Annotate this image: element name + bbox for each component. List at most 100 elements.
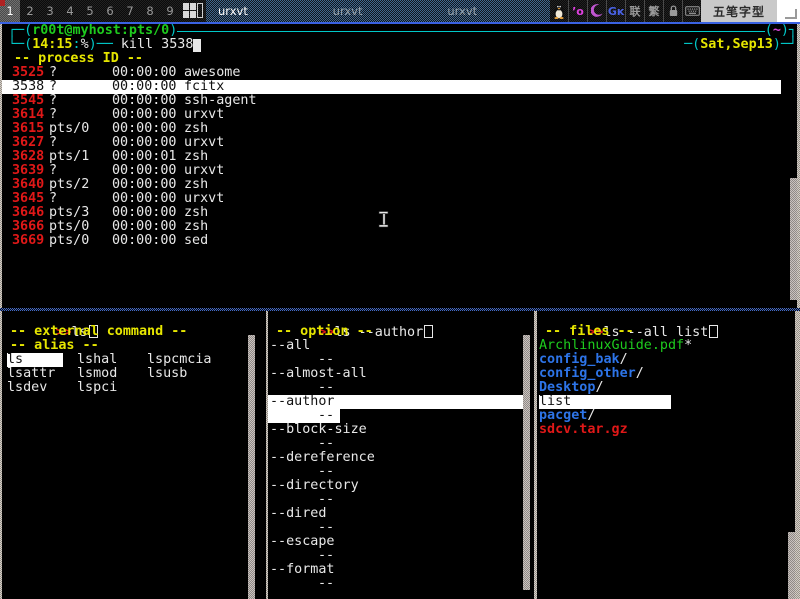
gbk-charset-icon-glyph: Gᴋ: [608, 6, 624, 17]
terminal-left[interactable]: >>ls -- external command -- -- alias -- …: [2, 311, 266, 599]
lock-icon[interactable]: [663, 0, 682, 22]
gbk-charset-icon[interactable]: Gᴋ: [606, 0, 625, 22]
task-title: urxvt: [447, 4, 477, 18]
tasklist-item[interactable]: urxvt: [321, 0, 436, 22]
process-pid: 3545: [12, 94, 49, 108]
workspace-tab-7[interactable]: 7: [120, 0, 140, 22]
completion-item: lsmod: [77, 367, 147, 381]
process-pid: 3639: [12, 164, 49, 178]
terminal-main[interactable]: ┌─(r00t@myhost:pts/0) (~)┐ └─(14:15:%)──…: [2, 24, 797, 308]
scrollbar-right-terminal[interactable]: [788, 532, 795, 599]
prompt-corner: └─(: [8, 38, 32, 52]
crescent-punctuation-icon[interactable]: [587, 0, 606, 22]
tray-white-widget[interactable]: [777, 0, 800, 22]
prompt-dash: ─(: [684, 38, 700, 52]
file-item: sdcv.tar.gz: [537, 423, 795, 437]
prompt-dash: )──: [89, 38, 113, 52]
prompt-paren: (: [765, 24, 773, 38]
completion-row: lslshallspcmcia: [2, 353, 266, 367]
word-association-icon-glyph: 联: [630, 6, 641, 17]
prompt-line-2: └─(14:15:%)── kill 3538 ─(Sat,Sep13)─┘: [2, 38, 797, 52]
process-row: 3646pts/300:00:00zsh: [2, 206, 781, 220]
option-desc-separator: --: [268, 353, 521, 367]
ime-mode-text: 五笔字型: [713, 3, 765, 20]
scrollbar-left-terminal[interactable]: [248, 335, 255, 599]
workspace-tab-2[interactable]: 2: [20, 0, 40, 22]
process-row: 3645?00:00:00urxvt: [2, 192, 781, 206]
workspace-tab-9[interactable]: 9: [160, 0, 180, 22]
process-row: 3614?00:00:00urxvt: [2, 108, 781, 122]
workspace-tab-5[interactable]: 5: [80, 0, 100, 22]
desktop: 123456789 urxvt urxvt urxvt ’o Gᴋ 联繁 五笔字型 ┌─…: [0, 0, 800, 599]
word-association-icon[interactable]: 联: [625, 0, 644, 22]
process-time: 00:00:00: [112, 234, 184, 248]
process-time: 00:00:00: [112, 192, 184, 206]
workspace-tab-1[interactable]: 1: [0, 0, 20, 22]
tasklist: urxvt urxvt urxvt: [206, 0, 550, 22]
file-type-suffix: /: [620, 352, 628, 367]
file-name: pacget: [539, 408, 587, 423]
scrollbar-middle-terminal[interactable]: [523, 335, 530, 590]
process-cmd: awesome: [184, 66, 240, 80]
prompt-time: 14:15: [32, 38, 72, 52]
process-row: 3669pts/000:00:00sed: [2, 234, 781, 248]
text-cursor-hollow: [709, 325, 718, 338]
file-type-suffix: /: [587, 408, 595, 423]
process-time: 00:00:00: [112, 136, 184, 150]
traditional-chinese-icon-glyph: 繁: [649, 6, 660, 17]
process-pid: 3669: [12, 234, 49, 248]
process-pid: 3627: [12, 136, 49, 150]
prompt-corner: )┐: [781, 24, 797, 38]
option-desc-separator: --: [268, 381, 521, 395]
option-item: --format: [268, 563, 523, 577]
completion-item: ls: [7, 353, 77, 367]
completion-item: lsattr: [7, 367, 77, 381]
terminal-right[interactable]: >>ls --all list -- files -- ArchlinuxGui…: [537, 311, 795, 599]
option-desc-separator: --: [268, 409, 340, 423]
terminal-middle[interactable]: >>ls --author -- option -- --all----almo…: [268, 311, 534, 599]
keyboard-icon[interactable]: [682, 0, 701, 22]
workspace-tab-4[interactable]: 4: [60, 0, 80, 22]
tasklist-item[interactable]: urxvt: [206, 0, 321, 22]
process-tty: ?: [49, 164, 112, 178]
process-pid: 3628: [12, 150, 49, 164]
tasklist-item[interactable]: urxvt: [435, 0, 550, 22]
process-cmd: urxvt: [184, 192, 224, 206]
workspace-tab-8[interactable]: 8: [140, 0, 160, 22]
process-time: 00:00:00: [112, 66, 184, 80]
option-desc-separator: --: [268, 521, 521, 535]
option-item: --dired: [268, 507, 523, 521]
scrollbar-main-terminal[interactable]: [790, 178, 797, 300]
process-row: 3666pts/000:00:00zsh: [2, 220, 781, 234]
completion-item: lsusb: [147, 367, 217, 381]
workspace-label: 2: [26, 4, 33, 18]
file-item: pacget/: [537, 409, 795, 423]
process-time: 00:00:00: [112, 206, 184, 220]
option-desc-separator: --: [268, 549, 521, 563]
prompt-corner: ┌─(: [8, 24, 32, 38]
ime-mode-label[interactable]: 五笔字型: [701, 0, 777, 22]
file-item: Desktop/: [537, 381, 795, 395]
text-cursor-filled: [193, 39, 201, 52]
process-row: 3525?00:00:00awesome: [2, 66, 781, 80]
process-tty: pts/0: [49, 220, 112, 234]
workspace-label: 3: [46, 4, 53, 18]
prompt-paren: ): [169, 24, 177, 38]
tux-penguin-icon[interactable]: [550, 0, 568, 22]
option-desc-separator: --: [268, 493, 521, 507]
tile-layout-icon[interactable]: [180, 0, 206, 22]
process-pid: 3640: [12, 178, 49, 192]
process-time: 00:00:00: [112, 122, 184, 136]
workspace-label: 1: [6, 4, 13, 18]
sogou-input-icon[interactable]: ’o: [568, 0, 587, 22]
workspace-tab-6[interactable]: 6: [100, 0, 120, 22]
workspace-label: 8: [146, 4, 153, 18]
completion-row: lsdevlspci: [2, 381, 266, 395]
workspace-tab-3[interactable]: 3: [40, 0, 60, 22]
systray: ’o Gᴋ 联繁: [550, 0, 701, 22]
option-item: --block-size: [268, 423, 523, 437]
file-name: Desktop: [539, 380, 595, 395]
traditional-chinese-icon[interactable]: 繁: [644, 0, 663, 22]
task-title: urxvt: [218, 4, 248, 18]
process-tty: ?: [49, 192, 112, 206]
